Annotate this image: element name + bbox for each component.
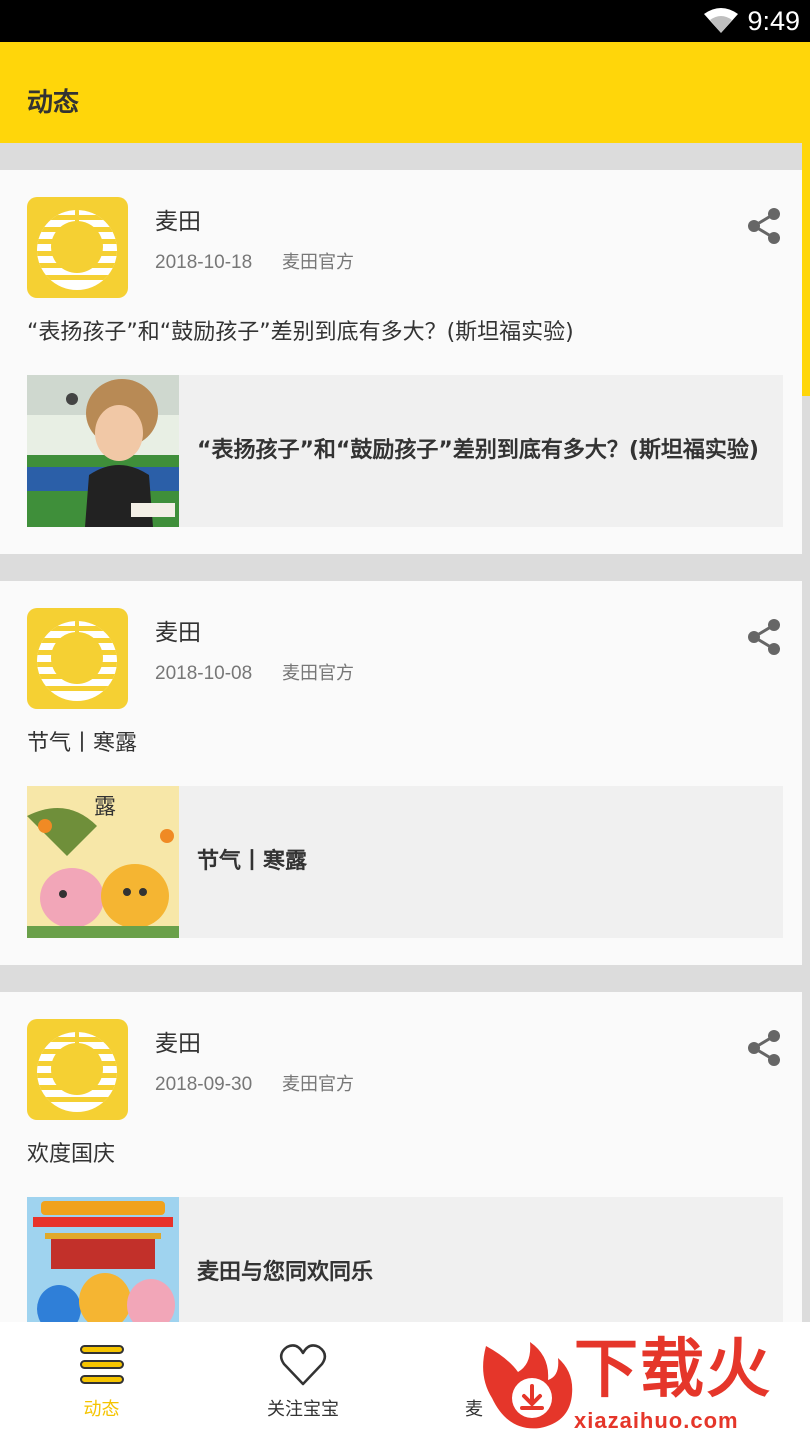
- status-bar: 9:49: [0, 0, 810, 42]
- tab-label: 动态: [83, 1399, 120, 1420]
- article-link[interactable]: 露 节气丨寒露: [27, 786, 783, 938]
- share-icon[interactable]: [746, 1029, 782, 1067]
- heart-icon: [279, 1344, 327, 1386]
- post-date: 2018-10-08: [155, 663, 253, 684]
- watermark-logo: 下载火 xiazaihuo.com: [478, 1332, 810, 1438]
- post-date: 2018-10-18: [155, 252, 253, 273]
- post-source: 麦田官方: [282, 663, 354, 684]
- avatar: [27, 197, 128, 298]
- share-icon[interactable]: [746, 207, 782, 245]
- share-icon[interactable]: [746, 618, 782, 656]
- post-text: 节气丨寒露: [27, 731, 138, 756]
- page-title: 动态: [27, 88, 80, 118]
- article-title: 节气丨寒露: [197, 849, 308, 874]
- feed-list[interactable]: 麦田 2018-10-18 麦田官方 “表扬孩子”和“鼓励孩子”差别到底有多大？…: [0, 143, 810, 1322]
- post-date: 2018-09-30: [155, 1074, 253, 1095]
- article-title: 麦田与您同欢同乐: [197, 1260, 374, 1285]
- post-card[interactable]: 麦田 2018-09-30 麦田官方 欢度国庆 麦田与您同欢同乐: [0, 992, 802, 1322]
- status-time: 9:49: [747, 6, 800, 36]
- tab-follow-baby[interactable]: 关注宝宝: [203, 1322, 403, 1440]
- author-name: 麦田: [155, 1031, 201, 1057]
- wifi-icon: [704, 8, 738, 33]
- author-name: 麦田: [155, 209, 201, 235]
- post-text: 欢度国庆: [27, 1142, 116, 1167]
- post-text: “表扬孩子”和“鼓励孩子”差别到底有多大？(斯坦福实验): [27, 320, 574, 345]
- article-thumbnail: 露: [27, 786, 179, 938]
- tab-dynamics[interactable]: 动态: [0, 1322, 203, 1440]
- article-thumbnail: [27, 375, 179, 527]
- svg-text:露: 露: [94, 795, 116, 820]
- article-title: “表扬孩子”和“鼓励孩子”差别到底有多大？(斯坦福实验): [197, 438, 759, 463]
- scrollbar[interactable]: [802, 143, 810, 396]
- post-card[interactable]: 麦田 2018-10-08 麦田官方 节气丨寒露 露 节气丨寒露: [0, 581, 802, 965]
- article-thumbnail: [27, 1197, 179, 1322]
- post-source: 麦田官方: [282, 1074, 354, 1095]
- app-bar: 动态: [0, 42, 810, 143]
- avatar: [27, 608, 128, 709]
- article-link[interactable]: 麦田与您同欢同乐: [27, 1197, 783, 1322]
- avatar: [27, 1019, 128, 1120]
- author-name: 麦田: [155, 620, 201, 646]
- menu-lines-icon: [79, 1345, 124, 1384]
- watermark-url: xiazaihuo.com: [574, 1408, 739, 1433]
- article-link[interactable]: “表扬孩子”和“鼓励孩子”差别到底有多大？(斯坦福实验): [27, 375, 783, 527]
- post-source: 麦田官方: [282, 252, 354, 273]
- post-card[interactable]: 麦田 2018-10-18 麦田官方 “表扬孩子”和“鼓励孩子”差别到底有多大？…: [0, 170, 802, 554]
- flame-download-icon: [483, 1342, 573, 1429]
- tab-label: 关注宝宝: [267, 1399, 339, 1420]
- watermark-text: 下载火: [574, 1333, 772, 1407]
